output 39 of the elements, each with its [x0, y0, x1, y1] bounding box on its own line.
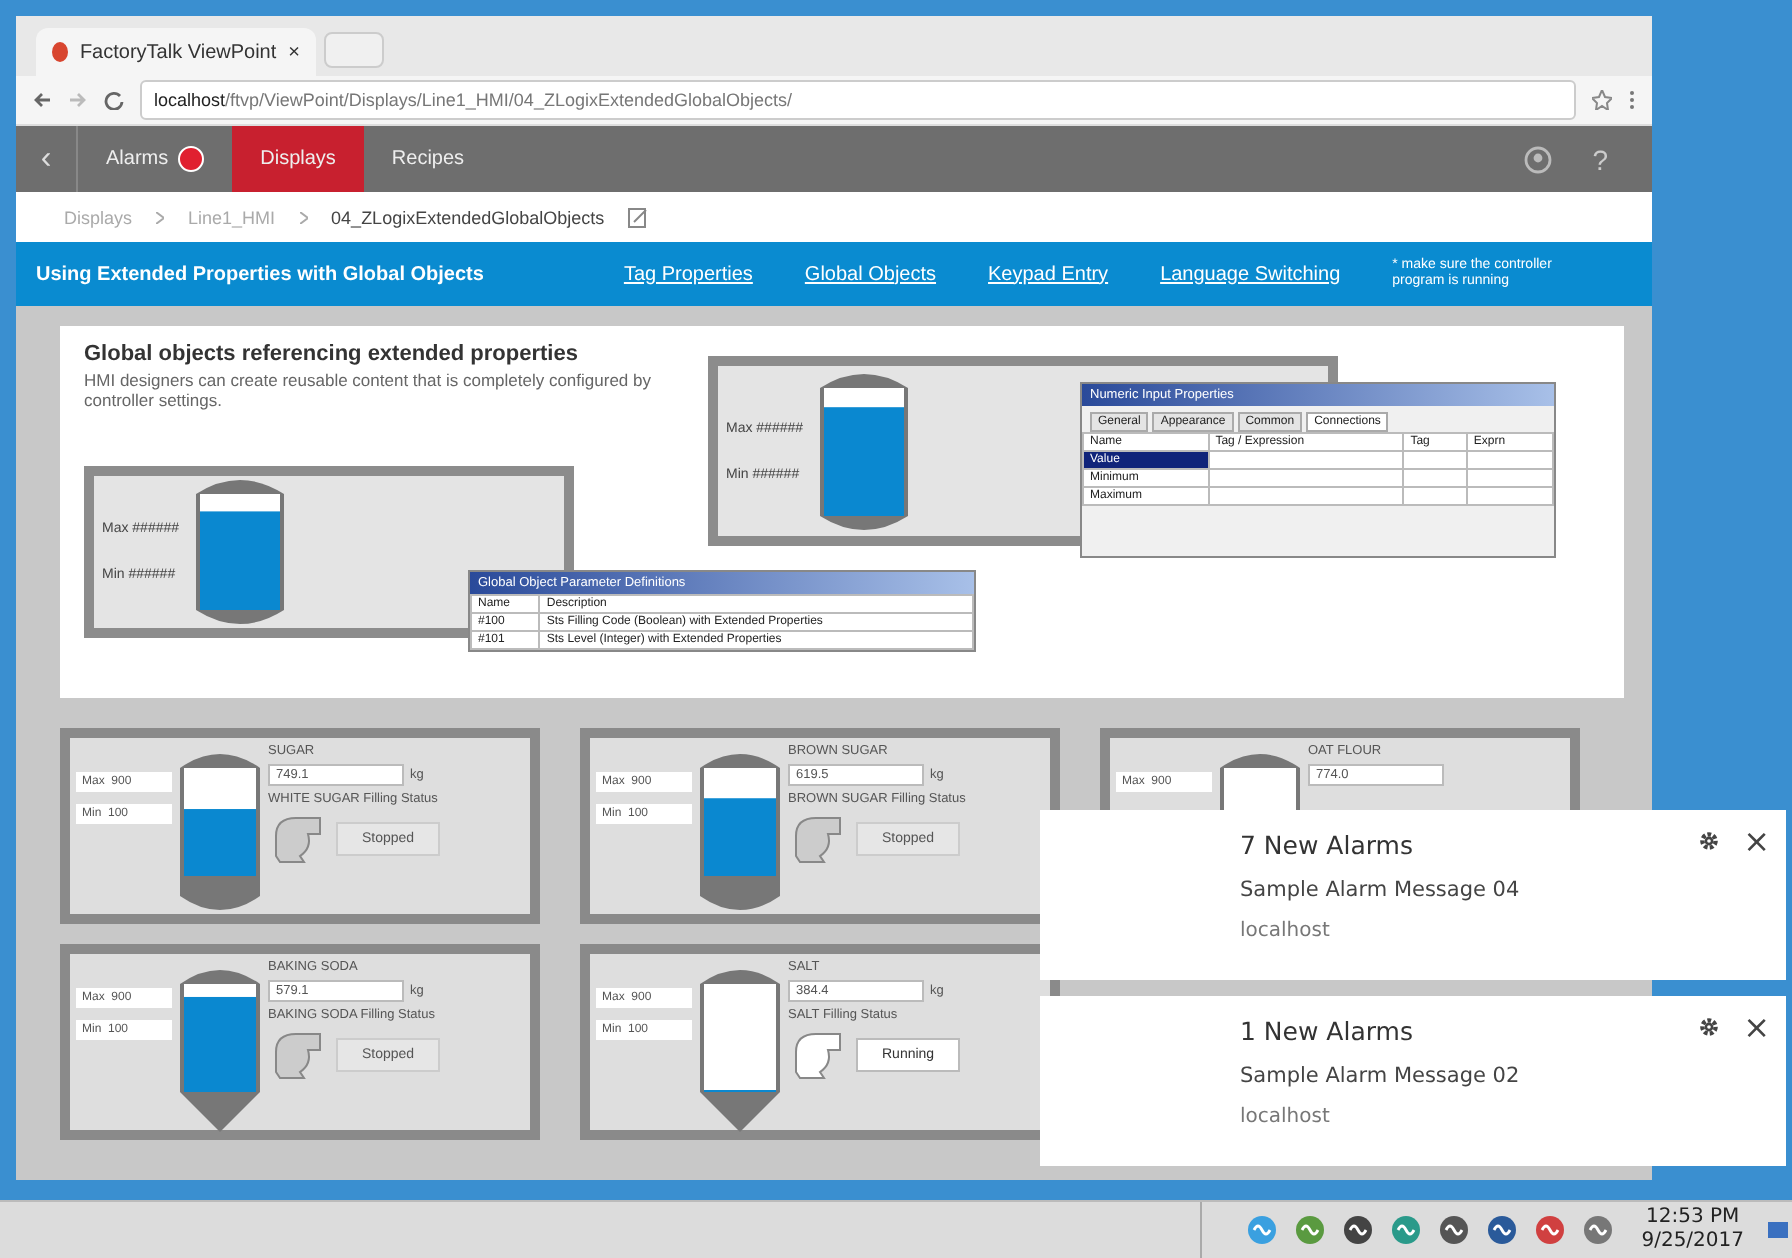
tray-icon[interactable] [1581, 1214, 1614, 1246]
address-field[interactable]: localhost/ftvp/ViewPoint/Displays/Line1_HMI/04_ZLogixExtendedGlobalObjects/ [140, 80, 1576, 120]
section-heading: Global objects referencing extended properties [84, 342, 580, 366]
notification-message: Sample Alarm Message 02 [1240, 1064, 1522, 1088]
notification-source: localhost [1240, 1106, 1332, 1128]
close-button[interactable]: × [1743, 822, 1770, 860]
chevron-icon [156, 211, 165, 223]
page-link[interactable]: Tag Properties [623, 263, 753, 285]
notification-title: 1 New Alarms [1240, 1016, 1413, 1046]
tray-icon[interactable] [1533, 1214, 1566, 1246]
edit-icon[interactable] [628, 207, 649, 227]
browser-tab[interactable]: FactoryTalk ViewPoint × [36, 28, 316, 76]
reload-icon[interactable] [104, 90, 124, 110]
settings-icon[interactable] [1697, 830, 1720, 852]
description-text: HMI designers can create reusable content that is completely configured by controller settings. [84, 370, 653, 410]
back-icon[interactable] [32, 90, 52, 110]
chevron-icon [299, 211, 308, 223]
notification-title: 7 New Alarms [1240, 830, 1413, 860]
tray-icon[interactable] [1437, 1214, 1470, 1246]
breadcrumb-link[interactable]: 04_ZLogixExtendedGlobalObjects [331, 207, 605, 227]
page-title: Using Extended Properties with Global Objects [36, 263, 484, 285]
user-icon[interactable] [1524, 145, 1553, 173]
tray-icon[interactable] [1485, 1214, 1518, 1246]
page-link[interactable]: Global Objects [804, 263, 937, 285]
clock[interactable]: 12:53 PM 9/25/2017 [1629, 1206, 1752, 1254]
nav-tab[interactable]: Recipes [363, 126, 493, 192]
tray-icon[interactable] [1341, 1214, 1374, 1246]
menu-icon[interactable] [1628, 90, 1636, 110]
close-button[interactable]: × [1743, 1008, 1770, 1046]
notification-source: localhost [1240, 920, 1332, 942]
app-icon [52, 42, 68, 62]
notification-message: Sample Alarm Message 04 [1240, 878, 1522, 902]
settings-icon[interactable] [1697, 1016, 1720, 1038]
star-icon[interactable] [1592, 90, 1612, 110]
tank-window [704, 984, 776, 1092]
nav-tab[interactable]: Alarms [78, 126, 233, 192]
page-link[interactable]: Language Switching [1160, 263, 1341, 285]
nav-tab[interactable]: Displays [232, 126, 364, 192]
page-link[interactable]: Keypad Entry [988, 263, 1109, 285]
